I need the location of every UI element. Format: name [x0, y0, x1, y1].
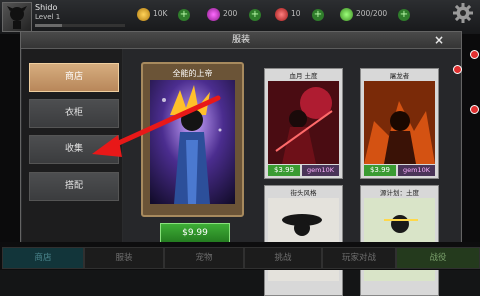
- bottom-nav-costume[interactable]: 服装: [84, 247, 164, 269]
- bottom-nav-challenge[interactable]: 挑战: [244, 247, 322, 269]
- xp-bar-fill: [35, 24, 62, 27]
- shop-content: 全能的上帝 $9.99 血月 土度 $3.99 gem10K 屠龙者 $3.99…: [123, 49, 462, 296]
- gold-value: 10K: [153, 9, 168, 18]
- costume-card-project[interactable]: 源计划：土度: [360, 185, 439, 296]
- modal-sidebar: 商店 衣柜 收集 搭配: [22, 49, 122, 242]
- blood-moon-artwork: [268, 81, 339, 164]
- stamina-icon: [340, 8, 353, 21]
- settings-gear-icon[interactable]: [452, 2, 474, 24]
- costume-name: 街头风格: [290, 189, 317, 197]
- bottom-nav-pets[interactable]: 宠物: [164, 247, 244, 269]
- almighty-god-artwork: [150, 80, 235, 204]
- add-gold-button[interactable]: +: [178, 9, 190, 21]
- gem-icon: [207, 8, 220, 21]
- costume-card-street-style[interactable]: 街头风格: [264, 185, 343, 296]
- nav-collection[interactable]: 收集: [29, 135, 119, 164]
- nav-outfit[interactable]: 搭配: [29, 172, 119, 201]
- featured-costume-name: 全能的上帝: [172, 69, 213, 78]
- add-stamina-button[interactable]: +: [398, 9, 410, 21]
- stickman-head-icon: [7, 6, 27, 29]
- modal-title: 服装: [21, 32, 461, 49]
- add-gems-button[interactable]: +: [249, 9, 261, 21]
- dragon-slayer-artwork: [364, 81, 435, 164]
- energy-icon: [275, 8, 288, 21]
- close-button[interactable]: ×: [425, 32, 453, 48]
- bottom-nav-bar: 商店 服装 宠物 挑战 玩家对战 战役: [0, 242, 480, 270]
- costume-price-button[interactable]: $3.99: [268, 165, 300, 176]
- bottom-nav-shop[interactable]: 商店: [2, 247, 84, 269]
- energy-value: 10: [291, 9, 301, 18]
- costume-name: 源计划：土度: [380, 189, 419, 197]
- costume-name: 屠龙者: [389, 72, 410, 80]
- notification-badge: [470, 105, 479, 114]
- nav-wardrobe[interactable]: 衣柜: [29, 99, 119, 128]
- bottom-nav-pvp[interactable]: 玩家对战: [322, 247, 396, 269]
- costume-price-button[interactable]: $3.99: [364, 165, 396, 176]
- costume-card-blood-moon[interactable]: 血月 土度 $3.99 gem10K: [264, 68, 343, 179]
- featured-costume-card[interactable]: 全能的上帝: [141, 62, 244, 217]
- costume-modal: 服装 × 商店 衣柜 收集 搭配 全能的上帝 $9.99 血月 土度 $3.99…: [20, 31, 462, 296]
- featured-price-button[interactable]: $9.99: [160, 223, 230, 244]
- gold-coin-icon: [137, 8, 150, 21]
- notification-badge: [453, 65, 462, 74]
- gem-value: 200: [223, 9, 238, 18]
- player-level: Level 1: [35, 13, 61, 21]
- costume-gem-price-button[interactable]: gem10K: [302, 165, 339, 176]
- player-avatar[interactable]: [2, 2, 32, 32]
- top-hud: Shido Level 1 10K + 200 + 10 + 200/200 +: [0, 0, 480, 34]
- stamina-value: 200/200: [356, 9, 388, 18]
- costume-gem-price-button[interactable]: gem10K: [398, 165, 435, 176]
- bottom-nav-campaign[interactable]: 战役: [396, 247, 480, 269]
- notification-badge: [470, 50, 479, 59]
- xp-bar: [35, 24, 125, 27]
- costume-name: 血月 土度: [289, 72, 318, 80]
- nav-shop[interactable]: 商店: [29, 63, 119, 92]
- player-name: Shido: [35, 3, 58, 12]
- costume-card-dragon-slayer[interactable]: 屠龙者 $3.99 gem10K: [360, 68, 439, 179]
- add-energy-button[interactable]: +: [312, 9, 324, 21]
